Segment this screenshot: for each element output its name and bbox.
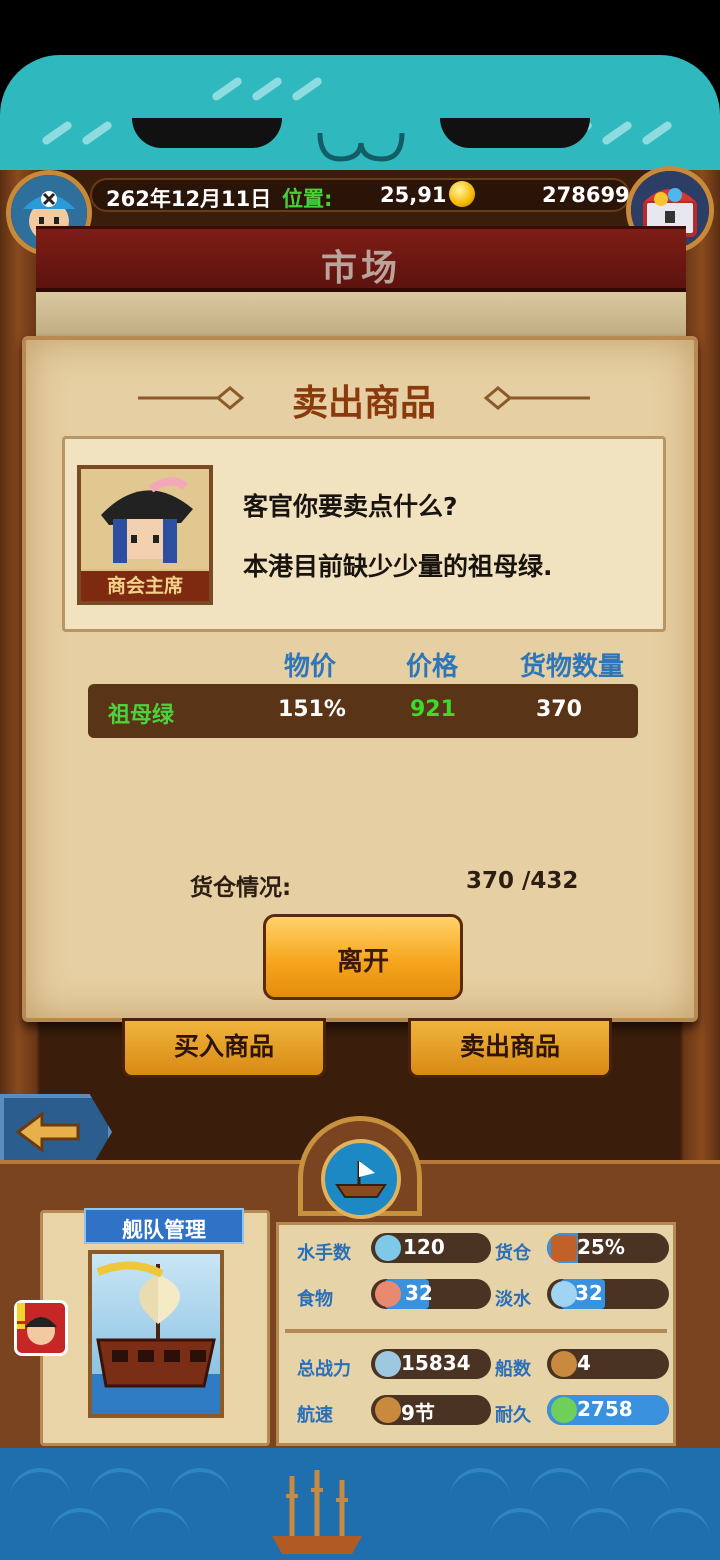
market-header: 市场 bbox=[36, 226, 686, 292]
captain-alert-button[interactable] bbox=[14, 1300, 68, 1356]
column-header-quantity: 货物数量 bbox=[520, 652, 625, 682]
goods-name: 祖母绿 bbox=[108, 703, 175, 728]
fleet-title-ribbon: 舰队管理 bbox=[84, 1208, 244, 1244]
fleet-stats-panel: 水手数 120 货仓 25% 食物 32 淡水 32 总战力 15834 船数 … bbox=[276, 1222, 676, 1446]
durability-icon bbox=[551, 1397, 577, 1423]
sell-goods-button[interactable]: 卖出商品 bbox=[408, 1018, 612, 1078]
cargo-icon bbox=[551, 1235, 577, 1261]
npc-dialog-box: 商会主席 客官你要卖点什么? 本港目前缺少少量的祖母绿. bbox=[62, 436, 666, 632]
water-icon bbox=[551, 1281, 577, 1307]
sailor-icon bbox=[375, 1235, 401, 1261]
stat-label-sailors: 水手数 bbox=[297, 1243, 351, 1264]
rowboat-icon bbox=[335, 1161, 387, 1198]
stat-speed: 9节 bbox=[371, 1395, 491, 1425]
stat-value-ships: 4 bbox=[577, 1351, 591, 1375]
back-arrow-icon bbox=[15, 1111, 80, 1153]
stat-value-food: 32 bbox=[405, 1281, 433, 1305]
stat-label-speed: 航速 bbox=[297, 1405, 333, 1426]
sell-goods-dialog: 卖出商品 商会主席 客官你要卖点什么? 本港目前缺少少量的祖母绿. 物价 价格 … bbox=[22, 336, 698, 1022]
status-bar: 262年12月11日 位置: 25,91 278699 bbox=[90, 178, 630, 212]
dialog-title: 卖出商品 bbox=[291, 383, 436, 424]
stat-value-durability: 2758 bbox=[577, 1397, 633, 1421]
flagship-image[interactable] bbox=[88, 1250, 224, 1418]
stat-value-sailors: 120 bbox=[403, 1235, 445, 1259]
goods-price-index: 151% bbox=[278, 697, 346, 722]
flourish-right-icon bbox=[483, 386, 590, 410]
stat-power: 15834 bbox=[371, 1349, 491, 1379]
sea-footer bbox=[0, 1448, 720, 1560]
goods-row[interactable]: 祖母绿 151% 921 370 bbox=[88, 684, 638, 738]
stat-label-cargo: 货仓 bbox=[495, 1243, 531, 1264]
goods-quantity: 370 bbox=[536, 697, 582, 722]
date-text: 262年12月11日 bbox=[106, 187, 272, 211]
gold-coin-icon bbox=[449, 181, 475, 207]
fleet-title: 舰队管理 bbox=[122, 1218, 206, 1242]
stat-label-water: 淡水 bbox=[495, 1289, 531, 1310]
swords-icon bbox=[375, 1351, 401, 1377]
sell-goods-label: 卖出商品 bbox=[459, 1032, 560, 1061]
npc-portrait: 商会主席 bbox=[77, 465, 213, 605]
cargo-hold-value: 370 /432 bbox=[466, 868, 579, 894]
ship-helm-button[interactable] bbox=[321, 1139, 401, 1219]
stat-label-food: 食物 bbox=[297, 1289, 333, 1310]
stat-value-water: 32 bbox=[575, 1281, 603, 1305]
npc-label: 商会主席 bbox=[81, 571, 209, 601]
meat-icon bbox=[375, 1281, 401, 1307]
market-title: 市场 bbox=[320, 248, 401, 289]
leave-button[interactable]: 离开 bbox=[263, 914, 463, 1000]
stat-food: 32 bbox=[371, 1279, 491, 1309]
cat-eye-right bbox=[440, 118, 590, 148]
speed-icon bbox=[375, 1397, 401, 1423]
leave-button-label: 离开 bbox=[336, 947, 389, 977]
buy-goods-button[interactable]: 买入商品 bbox=[122, 1018, 326, 1078]
stat-value-power: 15834 bbox=[401, 1351, 471, 1375]
stats-divider bbox=[285, 1329, 667, 1333]
stat-ships: 4 bbox=[547, 1349, 669, 1379]
stat-durability: 2758 bbox=[547, 1395, 669, 1425]
stat-label-ships: 船数 bbox=[495, 1359, 531, 1380]
buy-goods-label: 买入商品 bbox=[173, 1032, 274, 1061]
cat-decoration bbox=[0, 0, 720, 175]
position-label: 位置: bbox=[282, 187, 333, 211]
npc-dialog-line1: 客官你要卖点什么? bbox=[243, 492, 458, 521]
stat-label-power: 总战力 bbox=[297, 1359, 351, 1380]
stat-value-speed: 9节 bbox=[401, 1401, 435, 1425]
gold-amount: 278699 bbox=[542, 183, 630, 207]
galleon-icon bbox=[92, 1261, 220, 1414]
stat-label-durability: 耐久 bbox=[495, 1405, 531, 1426]
column-header-price-index: 物价 bbox=[284, 652, 337, 682]
stat-cargo: 25% bbox=[547, 1233, 669, 1263]
cat-mouth bbox=[317, 132, 405, 162]
stat-sailors: 120 bbox=[371, 1233, 491, 1263]
column-header-price: 价格 bbox=[406, 652, 459, 682]
cargo-hold-label: 货仓情况: bbox=[190, 875, 292, 901]
ship-count-icon bbox=[551, 1351, 577, 1377]
ship-wreck-icon bbox=[272, 1470, 362, 1554]
goods-price: 921 bbox=[410, 697, 456, 722]
guild-master-icon bbox=[81, 469, 209, 569]
position-value: 25,91 bbox=[380, 183, 447, 207]
captain-alert-icon bbox=[17, 1303, 57, 1345]
back-button[interactable] bbox=[0, 1094, 112, 1170]
stat-water: 32 bbox=[547, 1279, 669, 1309]
stat-value-cargo: 25% bbox=[577, 1235, 625, 1259]
npc-dialog-line2: 本港目前缺少少量的祖母绿. bbox=[243, 552, 553, 581]
cat-eye-left bbox=[132, 118, 282, 148]
